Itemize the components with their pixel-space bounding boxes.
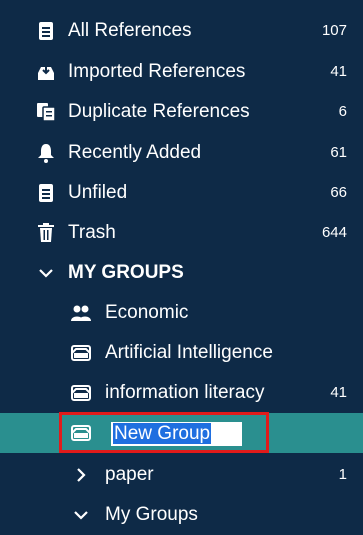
item-label: All References bbox=[68, 20, 192, 41]
item-count: 644 bbox=[321, 224, 347, 241]
item-count: 41 bbox=[330, 63, 347, 80]
section-title: MY GROUPS bbox=[68, 262, 184, 283]
people-icon bbox=[70, 302, 92, 324]
item-label: Economic bbox=[105, 302, 189, 323]
group-set-paper[interactable]: paper 1 bbox=[0, 455, 363, 495]
item-count: 1 bbox=[338, 466, 347, 483]
item-count: 107 bbox=[321, 22, 347, 39]
item-count: 66 bbox=[330, 184, 347, 201]
item-label: paper bbox=[105, 464, 154, 485]
document-icon bbox=[35, 20, 57, 42]
chevron-down-icon[interactable] bbox=[70, 504, 92, 526]
chevron-down-icon[interactable] bbox=[35, 262, 57, 284]
recently-added-item[interactable]: Recently Added 61 bbox=[0, 133, 363, 173]
item-label: Duplicate References bbox=[68, 101, 250, 122]
trash-icon bbox=[35, 222, 57, 244]
imported-references-item[interactable]: Imported References 41 bbox=[0, 52, 363, 92]
item-label: information literacy bbox=[105, 382, 265, 403]
item-count: 6 bbox=[338, 103, 347, 120]
group-icon bbox=[70, 342, 92, 364]
group-set-my-groups[interactable]: My Groups bbox=[0, 495, 363, 535]
bell-icon bbox=[35, 142, 57, 164]
my-groups-header[interactable]: MY GROUPS bbox=[0, 253, 363, 293]
unfiled-item[interactable]: Unfiled 66 bbox=[0, 173, 363, 213]
item-label: Unfiled bbox=[68, 182, 128, 203]
item-label: Artificial Intelligence bbox=[105, 342, 273, 363]
import-icon bbox=[35, 61, 57, 83]
all-references-item[interactable]: All References 107 bbox=[0, 11, 363, 51]
item-label: Trash bbox=[68, 222, 116, 243]
unfiled-icon bbox=[35, 182, 57, 204]
trash-item[interactable]: Trash 644 bbox=[0, 213, 363, 253]
item-label: Recently Added bbox=[68, 142, 202, 163]
group-icon bbox=[70, 382, 92, 404]
item-count: 61 bbox=[330, 144, 347, 161]
group-economic[interactable]: Economic bbox=[0, 293, 363, 333]
highlight-box bbox=[59, 412, 269, 453]
group-information-literacy[interactable]: information literacy 41 bbox=[0, 373, 363, 413]
chevron-right-icon[interactable] bbox=[70, 464, 92, 486]
item-label: Imported References bbox=[68, 61, 246, 82]
duplicate-references-item[interactable]: Duplicate References 6 bbox=[0, 92, 363, 132]
group-artificial-intelligence[interactable]: Artificial Intelligence bbox=[0, 333, 363, 373]
item-count: 41 bbox=[330, 384, 347, 401]
duplicate-icon bbox=[35, 101, 57, 123]
item-label: My Groups bbox=[105, 504, 198, 525]
